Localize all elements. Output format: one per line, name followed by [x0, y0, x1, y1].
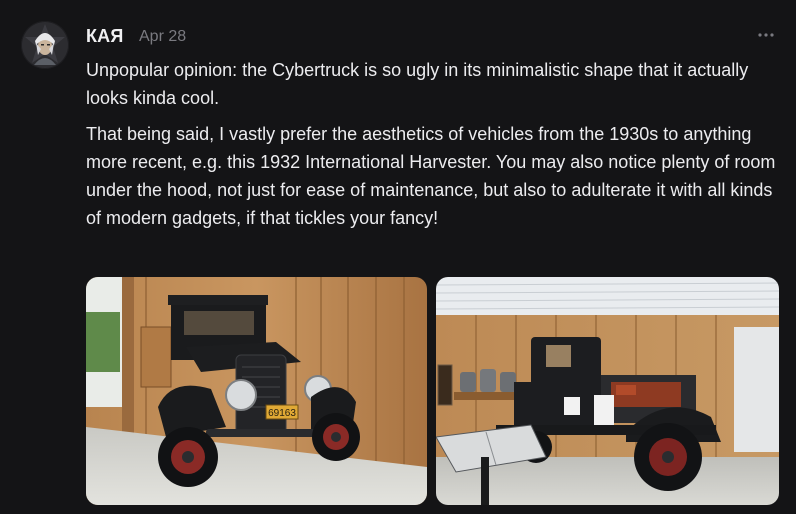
post-paragraph: That being said, I vastly prefer the aes…: [86, 124, 776, 228]
license-plate-text: 69163: [268, 408, 296, 419]
post-paragraph: Unpopular opinion: the Cybertruck is so …: [86, 60, 749, 108]
truck-side-photo: [436, 277, 779, 505]
more-horizontal-icon: [758, 33, 774, 37]
post-card: КАЯ Apr 28 Unpopular opinion: the Cybert…: [0, 0, 796, 514]
post-image-2[interactable]: [436, 277, 779, 505]
post-body: Unpopular opinion: the Cybertruck is so …: [86, 56, 786, 240]
more-options-button[interactable]: [752, 22, 780, 46]
avatar-image: [21, 21, 69, 69]
truck-front-photo: 69163: [86, 277, 427, 505]
author-name[interactable]: КАЯ: [86, 26, 124, 47]
post-timestamp[interactable]: Apr 28: [139, 28, 186, 46]
avatar[interactable]: [21, 21, 69, 69]
post-image-1[interactable]: 69163: [86, 277, 427, 505]
